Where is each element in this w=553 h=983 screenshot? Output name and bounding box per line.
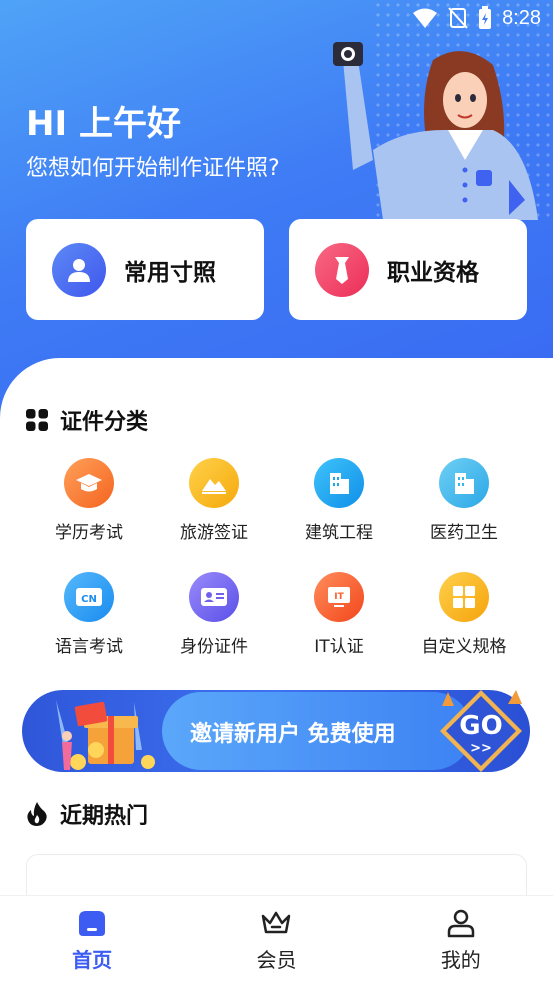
building-icon xyxy=(314,458,364,508)
greeting-subtitle: 您想如何开始制作证件照? xyxy=(26,156,280,181)
grid-icon xyxy=(26,409,48,431)
category-label: 自定义规格 xyxy=(421,637,507,657)
svg-text:IT: IT xyxy=(334,592,344,602)
categories-header: 证件分类 xyxy=(26,404,148,436)
battery-charging-icon xyxy=(479,6,492,29)
home-icon xyxy=(79,911,106,936)
crown-icon xyxy=(262,911,291,934)
category-medical[interactable]: 医药卫生 xyxy=(409,458,519,543)
tab-profile[interactable]: 我的 xyxy=(369,896,553,983)
graduation-cap-icon xyxy=(64,458,114,508)
quick-action-professional[interactable]: 职业资格 xyxy=(289,219,527,320)
bottom-tab-bar: 首页 会员 我的 xyxy=(0,895,553,983)
flame-icon xyxy=(27,802,47,826)
hero-header xyxy=(0,0,553,420)
user-icon xyxy=(52,242,106,297)
go-text: GO xyxy=(459,711,502,741)
category-it-cert[interactable]: IT IT认证 xyxy=(284,572,394,657)
status-time: 8:28 xyxy=(502,6,541,29)
category-custom-size[interactable]: 自定义规格 xyxy=(409,572,519,657)
tab-label: 会员 xyxy=(256,948,297,972)
status-bar: 8:28 xyxy=(0,0,553,36)
tab-membership[interactable]: 会员 xyxy=(184,896,368,983)
invite-banner[interactable]: 邀请新用户 免费使用 GO >> xyxy=(22,686,530,776)
category-label: 语言考试 xyxy=(55,637,123,657)
wifi-icon xyxy=(413,8,438,28)
tab-home[interactable]: 首页 xyxy=(0,896,184,983)
category-label: IT认证 xyxy=(314,637,364,657)
mountain-icon xyxy=(189,458,239,508)
category-label: 身份证件 xyxy=(180,637,248,657)
category-label: 旅游签证 xyxy=(180,523,248,543)
it-icon: IT xyxy=(314,572,364,622)
gift-box-illustration xyxy=(56,700,155,770)
category-education-exam[interactable]: 学历考试 xyxy=(34,458,144,543)
category-travel-visa[interactable]: 旅游签证 xyxy=(159,458,269,543)
go-arrows: >> xyxy=(470,741,492,756)
category-label: 建筑工程 xyxy=(305,523,373,543)
layout-icon xyxy=(439,572,489,622)
category-id-card[interactable]: 身份证件 xyxy=(159,572,269,657)
banner-text: 邀请新用户 免费使用 xyxy=(190,722,396,747)
cn-icon: CN xyxy=(64,572,114,622)
profile-icon xyxy=(447,909,475,938)
tab-label: 首页 xyxy=(72,948,113,972)
no-sim-icon xyxy=(448,7,468,29)
id-card-icon xyxy=(189,572,239,622)
hospital-icon xyxy=(439,458,489,508)
greeting-title: HI 上午好 xyxy=(26,104,181,144)
tab-label: 我的 xyxy=(440,948,481,972)
category-language-exam[interactable]: CN 语言考试 xyxy=(34,572,144,657)
svg-text:CN: CN xyxy=(81,594,97,605)
photographer-illustration xyxy=(333,42,538,220)
quick-action-common-size[interactable]: 常用寸照 xyxy=(26,219,264,320)
quick-action-label: 常用寸照 xyxy=(124,259,216,286)
go-badge-icon: GO >> xyxy=(440,690,522,772)
category-label: 学历考试 xyxy=(55,523,123,543)
recent-header: 近期热门 xyxy=(26,798,148,830)
categories-title: 证件分类 xyxy=(60,410,149,435)
quick-action-label: 职业资格 xyxy=(387,259,479,286)
tie-icon xyxy=(315,242,369,297)
category-label: 医药卫生 xyxy=(430,523,498,543)
category-construction[interactable]: 建筑工程 xyxy=(284,458,394,543)
recent-title: 近期热门 xyxy=(60,804,149,829)
